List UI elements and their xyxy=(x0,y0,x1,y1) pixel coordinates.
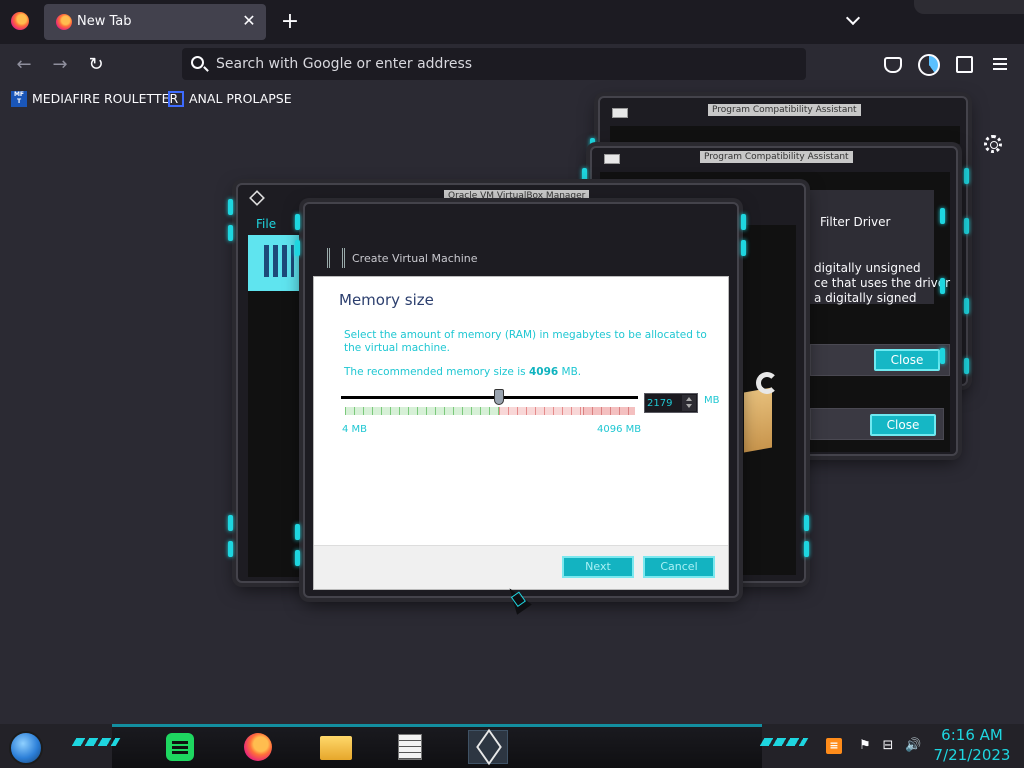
slider-warn-range xyxy=(498,407,583,415)
bookmark-item[interactable]: MF T MEDIAFIRE ROULETTER xyxy=(11,90,178,108)
volume-icon[interactable]: 🔊 xyxy=(905,738,921,754)
taskbar-app-notepad[interactable] xyxy=(390,730,430,764)
recommended-prefix: The recommended memory size is xyxy=(344,366,529,378)
memory-input[interactable] xyxy=(647,396,681,410)
slider-min-label: 4 MB xyxy=(342,424,368,435)
message-line: ce that uses the driver xyxy=(814,276,951,290)
settings-gear-icon[interactable] xyxy=(984,135,1002,153)
search-icon xyxy=(191,56,204,69)
toolbox-icon xyxy=(740,368,778,453)
flag-icon[interactable]: ⚑ xyxy=(857,738,873,754)
tab-label: New Tab xyxy=(77,14,132,29)
taskbar-decoration xyxy=(71,738,121,746)
memory-spinbox[interactable] xyxy=(644,393,698,413)
recommended-size-text: The recommended memory size is 4096 MB. xyxy=(344,366,581,379)
taskbar-app-explorer[interactable] xyxy=(316,730,356,764)
taskbar-decoration xyxy=(759,738,809,746)
memory-slider[interactable] xyxy=(341,389,638,419)
account-icon[interactable] xyxy=(917,53,940,76)
taskbar-app-firefox[interactable] xyxy=(238,730,278,764)
clock-date[interactable]: 7/21/2023 xyxy=(932,746,1012,764)
slider-ticks xyxy=(345,407,635,415)
menu-file[interactable]: File xyxy=(256,217,276,231)
close-icon[interactable]: ✕ xyxy=(240,11,258,31)
driver-name: Filter Driver xyxy=(820,215,891,229)
create-vm-dialog[interactable]: Create Virtual Machine Memory size Selec… xyxy=(295,202,746,598)
start-button[interactable] xyxy=(9,731,43,765)
description-text: Select the amount of memory (RAM) in meg… xyxy=(344,329,707,354)
plus-icon[interactable]: + xyxy=(280,10,300,34)
dialog-footer: Next Cancel xyxy=(314,545,728,589)
dialog-title: Create Virtual Machine xyxy=(352,252,478,265)
taskbar-app-virtualbox[interactable] xyxy=(468,728,508,766)
firefox-icon xyxy=(56,14,72,30)
slider-track[interactable] xyxy=(341,396,638,399)
slider-safe-range xyxy=(345,407,499,415)
extensions-icon[interactable] xyxy=(953,53,975,75)
tools-icon xyxy=(264,245,294,277)
address-input[interactable] xyxy=(216,53,796,75)
firefox-icon[interactable] xyxy=(11,12,29,30)
mediafire-icon: MF T xyxy=(11,91,27,107)
navigation-toolbar: ← → ↻ xyxy=(0,44,1024,86)
virtualbox-icon xyxy=(249,190,265,206)
back-arrow-icon[interactable]: ← xyxy=(11,52,37,78)
window-body xyxy=(610,126,960,144)
slider-handle[interactable] xyxy=(493,389,504,405)
wizard-page: Memory size Select the amount of memory … xyxy=(313,276,729,590)
spin-arrows-icon[interactable] xyxy=(682,395,696,411)
memory-unit-label: MB xyxy=(704,395,720,406)
tab-new-tab[interactable]: New Tab ✕ xyxy=(44,4,266,40)
recommended-suffix: MB. xyxy=(558,366,582,378)
cancel-button[interactable]: Cancel xyxy=(643,556,715,578)
close-button[interactable]: Close xyxy=(870,414,936,436)
tools-item[interactable] xyxy=(248,235,300,291)
firefox-icon xyxy=(244,733,272,761)
slider-danger-range xyxy=(582,407,635,415)
window-icon xyxy=(604,154,620,164)
message-line: digitally unsigned xyxy=(814,261,921,275)
network-icon[interactable]: ⊟ xyxy=(880,738,896,754)
bookmark-item[interactable]: ANAL PROLAPSE xyxy=(168,90,292,108)
spotify-icon xyxy=(166,733,194,761)
reload-icon[interactable]: ↻ xyxy=(83,52,109,78)
window-title: Program Compatibility Assistant xyxy=(708,104,861,116)
hamburger-menu-icon[interactable] xyxy=(989,53,1011,75)
recommended-value: 4096 xyxy=(528,366,559,378)
wizard-icon xyxy=(327,248,345,268)
next-button[interactable]: Next xyxy=(562,556,634,578)
taskbar-app-spotify[interactable] xyxy=(160,730,200,764)
window-title: Program Compatibility Assistant xyxy=(700,151,853,163)
address-bar[interactable] xyxy=(182,48,806,80)
taskbar-dock xyxy=(112,724,762,768)
notepad-icon xyxy=(398,734,422,760)
slider-max-label: 4096 MB xyxy=(597,424,642,435)
pocket-icon[interactable] xyxy=(881,53,903,75)
bookmark-favicon-icon xyxy=(168,91,184,107)
file-explorer-icon xyxy=(320,736,352,760)
window-icon xyxy=(612,108,628,118)
virtualbox-icon xyxy=(476,728,502,766)
window-skin-corner xyxy=(914,0,1024,14)
tab-bar: New Tab ✕ + xyxy=(0,0,1024,44)
bookmark-label: ANAL PROLAPSE xyxy=(189,91,292,106)
page-title: Memory size xyxy=(339,291,434,309)
office-tray-icon[interactable]: ≡ xyxy=(826,738,842,754)
chevron-down-icon[interactable] xyxy=(844,11,864,31)
bookmark-label: MEDIAFIRE ROULETTER xyxy=(32,91,179,106)
forward-arrow-icon[interactable]: → xyxy=(47,52,73,78)
message-line: a digitally signed xyxy=(814,291,917,305)
close-button[interactable]: Close xyxy=(874,349,940,371)
clock-time[interactable]: 6:16 AM xyxy=(932,726,1012,744)
window-title: Oracle VM VirtualBox Manager xyxy=(444,190,590,202)
